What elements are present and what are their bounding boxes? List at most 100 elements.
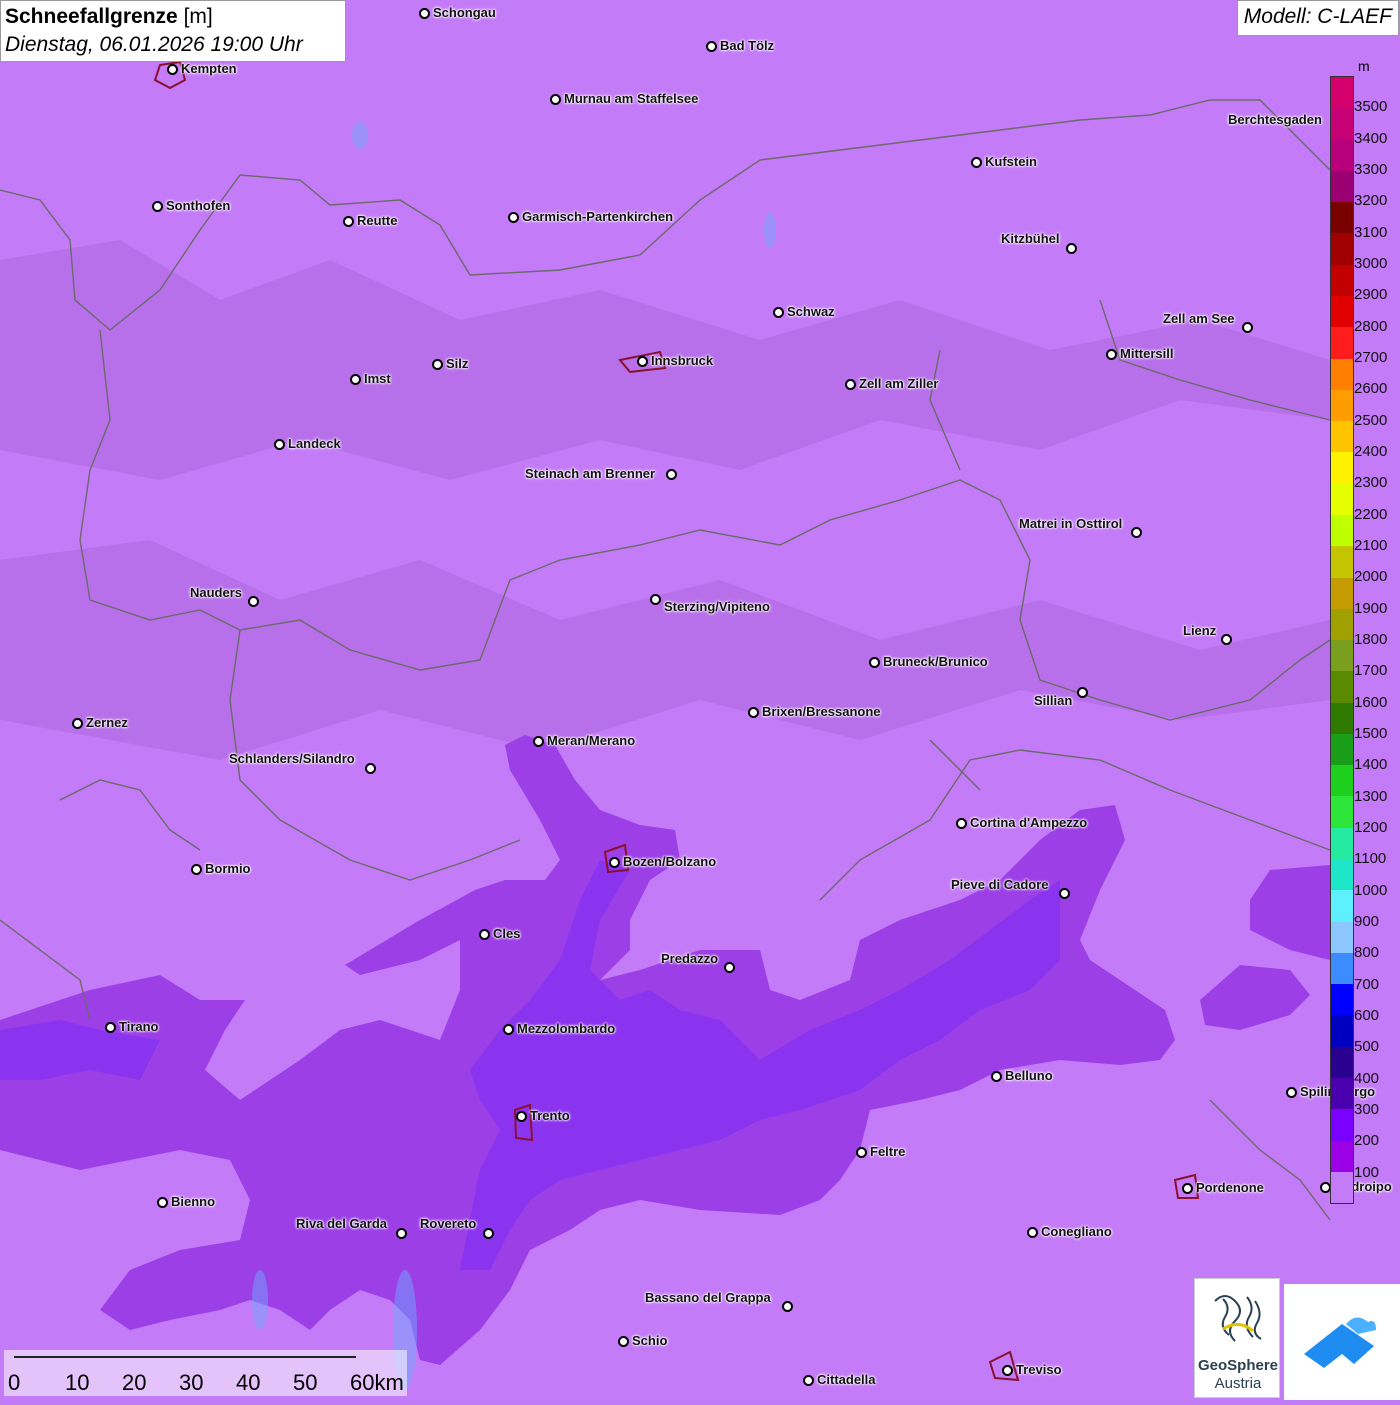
legend-label: 1100 [1354,850,1387,868]
scale-label: 60km [350,1370,404,1395]
city-marker [533,736,544,747]
legend-label: 600 [1354,1007,1380,1024]
legend-swatch [1331,765,1353,797]
city-label: Reutte [357,213,398,228]
city-label: Zell am See [1163,311,1235,326]
city-marker [650,594,661,605]
city-label: Mittersill [1120,346,1174,361]
city-marker [706,41,717,52]
city-label: Conegliano [1041,1224,1112,1239]
legend-label: 1900 [1354,599,1388,617]
legend-label: 2500 [1354,411,1388,429]
legend-label: 1600 [1354,693,1388,711]
city-marker [845,379,856,390]
city-marker [516,1111,527,1122]
legend-swatch [1331,608,1353,641]
legend-label: 3400 [1354,129,1388,147]
city-marker [803,1375,814,1386]
city-label: Imst [364,371,391,386]
city-label: Bruneck/Brunico [883,654,988,669]
legend-label: 3200 [1354,192,1388,210]
city-marker [1066,243,1077,254]
city-label: Pordenone [1196,1180,1264,1195]
city-label: Bassano del Grappa [645,1290,771,1305]
legend-swatch [1331,327,1353,359]
city-label: Steinach am Brenner [525,466,656,481]
legend-label: 1700 [1354,662,1388,680]
city-marker [167,64,178,75]
legend-swatch [1331,1140,1353,1172]
city-marker [248,596,259,607]
legend-swatch [1331,358,1353,390]
city-marker [609,857,620,868]
legend-swatch [1331,389,1353,422]
legend-swatch [1331,139,1353,171]
legend-swatch [1331,295,1353,328]
city-label: Pieve di Cadore [951,877,1049,892]
city-marker [503,1024,514,1035]
city-label: Garmisch-Partenkirchen [522,209,674,224]
scale-bar: 0 10 20 30 40 50 60km [4,1350,407,1396]
geosphere-logo[interactable]: GeoSphere Austria [1194,1278,1280,1398]
city-marker [991,1071,1002,1082]
legend-swatch [1331,77,1353,109]
city-label: Kitzbühel [1001,231,1060,246]
city-label: Berchtesgaden [1228,112,1322,127]
app-logo[interactable] [1284,1284,1400,1400]
city-marker [956,818,967,829]
city-marker [869,657,880,668]
city-marker [432,359,443,370]
legend-label: 2100 [1354,537,1388,554]
legend-swatch [1331,733,1353,766]
legend-swatch [1331,170,1353,203]
city-marker [1106,349,1117,360]
city-marker [1182,1183,1193,1194]
city-label: Schlanders/Silandro [229,751,355,766]
city-label: Kempten [181,61,237,76]
city-label: Feltre [870,1144,906,1159]
city-label: Innsbruck [651,353,714,368]
legend-label: 2600 [1354,380,1388,398]
legend-label: 1000 [1354,881,1388,899]
scale-label: 50 [293,1370,318,1395]
legend-label: 1500 [1354,725,1388,742]
city-marker [724,962,735,973]
legend-swatch [1331,108,1353,140]
legend-swatch [1331,577,1353,609]
legend-swatch [1331,952,1353,985]
city-label: Bozen/Bolzano [623,854,717,869]
city-label: Nauders [190,585,243,600]
city-marker [419,8,430,19]
city-label: Sonthofen [166,198,231,213]
geosphere-text: GeoSphere [1197,1357,1279,1374]
legend-label: 500 [1354,1038,1380,1056]
city-label: Schwaz [787,304,835,319]
city-marker [971,157,982,168]
legend-label: 1400 [1354,756,1388,774]
city-label: Zell am Ziller [859,376,939,391]
city-marker [479,929,490,940]
city-label: Schio [632,1333,668,1348]
city-label: Treviso [1016,1362,1062,1377]
legend-label: 1200 [1354,819,1388,836]
city-label: Mezzolombardo [517,1021,616,1036]
city-label: Bad Tölz [720,38,775,53]
city-marker [1131,527,1142,538]
legend-swatch [1331,796,1353,828]
city-marker [1002,1365,1013,1376]
city-marker [343,216,354,227]
legend-unit: m [1358,58,1370,74]
city-marker [483,1228,494,1239]
legend-label: 2200 [1354,505,1388,523]
legend-label: 2000 [1354,568,1388,586]
legend-label: 700 [1354,975,1380,993]
legend-label: 2700 [1354,349,1388,366]
city-marker [1221,634,1232,645]
legend-label: 300 [1354,1101,1380,1118]
city-label: Murnau am Staffelsee [564,91,699,106]
legend-label: 400 [1354,1069,1380,1087]
legend-swatch [1331,514,1353,547]
city-label: Cortina d'Ampezzo [970,815,1088,830]
city-label: Meran/Merano [547,733,636,748]
city-marker [550,94,561,105]
